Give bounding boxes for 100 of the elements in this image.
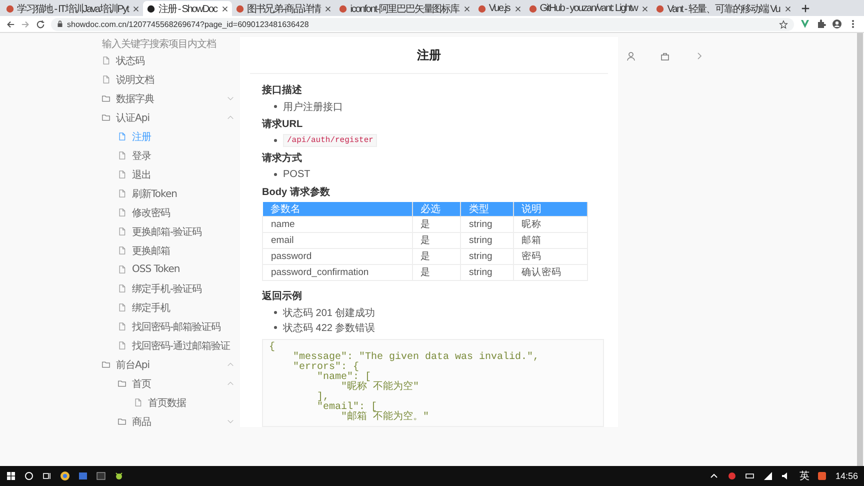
section-heading: 请求URL	[262, 118, 304, 131]
close-icon[interactable]	[784, 6, 791, 12]
reload-icon[interactable]	[36, 20, 45, 28]
sidebar-item[interactable]: 前台Api	[98, 355, 240, 374]
browser-tab[interactable]: 学习猫地 - IT培训Java培训Pyt	[2, 1, 144, 16]
code-line: {	[269, 343, 276, 353]
table-cell: 是	[412, 248, 461, 264]
inline-code: /api/auth/register	[283, 134, 378, 147]
site-icon	[478, 4, 486, 12]
close-icon[interactable]	[133, 6, 140, 12]
sidebar-item[interactable]: 找回密码-邮箱验证码	[98, 317, 240, 336]
sidebar-item[interactable]: 状态码	[98, 51, 240, 70]
page-title: 注册	[250, 37, 608, 74]
browser-tab[interactable]: Vant - 轻量、可靠的移动端 Vu	[652, 1, 795, 16]
browser-tab[interactable]: Vue.js	[474, 1, 525, 16]
close-icon[interactable]	[514, 6, 521, 12]
search-field[interactable]: 输入关键字搜索项目内文档	[98, 37, 240, 51]
bag-icon[interactable]	[660, 51, 670, 61]
sidebar-item[interactable]: 认证Api	[98, 108, 240, 127]
code-line: "邮箱 不能为空。"	[340, 413, 430, 423]
table-cell: 是	[412, 216, 461, 232]
sidebar-item[interactable]: 绑定手机	[98, 298, 240, 317]
close-icon[interactable]	[464, 6, 470, 12]
document-icon	[118, 322, 126, 331]
puzzle-icon[interactable]	[816, 19, 826, 29]
back-icon[interactable]	[6, 20, 15, 28]
sidebar-item[interactable]: 登录	[98, 146, 240, 165]
scrollbar[interactable]	[857, 33, 863, 466]
sidebar-item[interactable]: OSS Token	[98, 260, 240, 279]
avatar-icon[interactable]	[832, 19, 842, 29]
clock[interactable]: 14:56	[835, 471, 858, 481]
app-badge-icon[interactable]	[817, 471, 828, 481]
window-app-icon[interactable]	[78, 471, 88, 481]
document-icon	[118, 303, 126, 312]
document-icon	[134, 398, 142, 407]
bullet-icon	[274, 139, 277, 142]
browser-tab[interactable]: 图书兄弟-商品详情	[232, 1, 336, 16]
sidebar-item[interactable]: 退出	[98, 165, 240, 184]
star-icon[interactable]	[779, 20, 788, 28]
section-heading: 接口描述	[262, 84, 303, 97]
site-icon	[147, 4, 156, 12]
document-icon	[118, 189, 126, 198]
sidebar-item[interactable]: 数据字典	[98, 89, 240, 108]
list-item: 用户注册接口	[283, 100, 343, 114]
plus-icon[interactable]	[800, 4, 810, 13]
folder-icon	[102, 94, 110, 103]
sidebar-item[interactable]: 绑定手机-验证码	[98, 279, 240, 298]
sidebar-item[interactable]: 说明文档	[98, 70, 240, 89]
code-line: ],	[316, 393, 330, 403]
close-icon[interactable]	[642, 6, 648, 12]
search-icon[interactable]	[24, 471, 34, 481]
folder-icon	[102, 360, 110, 369]
bug-icon[interactable]	[114, 471, 124, 481]
code-line: "errors": {	[292, 363, 360, 373]
folder-icon	[102, 113, 110, 122]
user-icon[interactable]	[626, 51, 636, 61]
browser-tab[interactable]: GitHub - youzan/vant: Lightw	[524, 1, 652, 16]
bullet-icon	[274, 105, 277, 108]
code-line: "message": "The given data was invalid.",	[292, 353, 540, 363]
bullet-icon	[274, 311, 277, 314]
section-heading: 返回示例	[262, 290, 303, 303]
windows-icon[interactable]	[6, 471, 16, 481]
table-cell: 是	[412, 264, 461, 280]
bullet-icon	[274, 173, 277, 176]
table-cell: email	[262, 232, 412, 248]
table-cell: string	[460, 216, 514, 232]
code-line: "昵称 不能为空"	[340, 383, 420, 393]
sidebar-item[interactable]: 首页数据	[98, 393, 240, 412]
document-icon	[102, 75, 110, 84]
v-logo-icon[interactable]	[800, 19, 810, 29]
document-icon	[102, 56, 110, 65]
battery-icon[interactable]	[745, 471, 756, 481]
sidebar-item[interactable]: 更换邮箱-验证码	[98, 222, 240, 241]
task-view-icon[interactable]	[42, 471, 52, 481]
address-field[interactable]: showdoc.com.cn/1207745568269674?page_id=6090123481636428	[51, 18, 794, 30]
sidebar-item[interactable]: 修改密码	[98, 203, 240, 222]
document-icon	[118, 341, 126, 350]
table-cell: 密码	[513, 248, 588, 264]
table-cell: password	[262, 248, 412, 264]
network-icon[interactable]	[763, 471, 774, 481]
close-icon[interactable]	[222, 6, 228, 12]
browser-tab[interactable]: 注册 - ShowDoc	[143, 1, 232, 16]
sidebar-item[interactable]: 商品	[98, 412, 240, 431]
recording-icon[interactable]	[727, 471, 738, 481]
chevron-icon	[227, 362, 234, 367]
list-item: POST	[283, 169, 310, 180]
section-heading: Body 请求参数	[262, 186, 331, 199]
document-icon	[118, 151, 126, 160]
sidebar-item[interactable]: 首页	[98, 374, 240, 393]
table-header: 必选	[412, 202, 461, 216]
site-icon	[339, 4, 348, 12]
document-icon	[118, 132, 126, 141]
table-cell: string	[460, 264, 514, 280]
input-method-indicator[interactable]: 英	[799, 469, 810, 483]
sidebar-item[interactable]: 更换邮箱	[98, 241, 240, 260]
sidebar-item[interactable]: 刷新Token	[98, 184, 240, 203]
browser-tab[interactable]: iconfont-阿里巴巴矢量图标库	[335, 1, 474, 16]
document-icon	[118, 284, 126, 293]
sidebar-item[interactable]: 找回密码-通过邮箱验证	[98, 336, 240, 355]
close-icon[interactable]	[325, 6, 332, 12]
